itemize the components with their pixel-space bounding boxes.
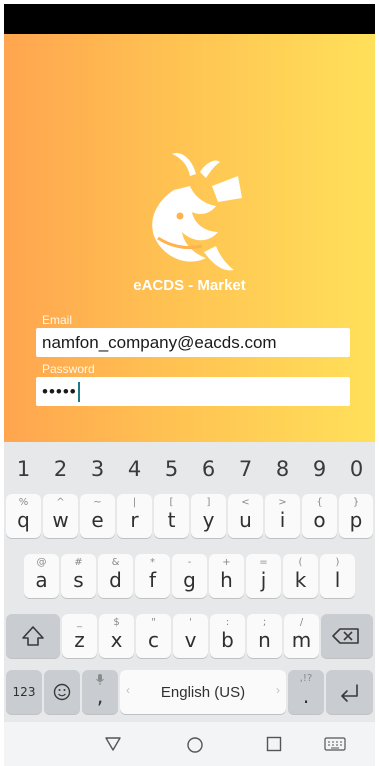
- enter-icon: [341, 684, 358, 702]
- key-6[interactable]: 6: [190, 450, 227, 488]
- number-row: 1 2 3 4 5 6 7 8 9 0: [4, 442, 375, 486]
- letter-row-2: @ a # s & d * f -g + h = j (k ) l: [4, 554, 375, 598]
- key-l[interactable]: ) l: [320, 554, 355, 598]
- key-4[interactable]: 4: [116, 450, 153, 488]
- key-o[interactable]: {o: [302, 494, 337, 538]
- email-label: Email: [42, 313, 73, 327]
- key-3[interactable]: 3: [79, 450, 116, 488]
- key-y[interactable]: ] y: [191, 494, 226, 538]
- recents-icon[interactable]: [266, 736, 282, 752]
- key-b[interactable]: :b: [210, 614, 245, 658]
- back-icon[interactable]: [104, 736, 122, 752]
- key-n[interactable]: ; n: [247, 614, 282, 658]
- navigation-bar: [4, 722, 375, 766]
- comma-key[interactable]: ,: [82, 670, 118, 714]
- key-f[interactable]: * f: [135, 554, 170, 598]
- text-caret: [77, 381, 80, 402]
- key-d[interactable]: & d: [98, 554, 133, 598]
- space-bar[interactable]: ‹ English (US) ›: [120, 670, 286, 714]
- letter-row-1: % q ^ w ~ e | r [t ] y < u > i {o } p: [4, 494, 375, 538]
- app-title: eACDS - Market: [133, 277, 246, 294]
- key-h[interactable]: + h: [209, 554, 244, 598]
- key-8[interactable]: 8: [264, 450, 301, 488]
- key-w[interactable]: ^ w: [43, 494, 78, 538]
- key-i[interactable]: > i: [265, 494, 300, 538]
- password-mask: •••••: [42, 382, 77, 401]
- key-9[interactable]: 9: [301, 450, 338, 488]
- key-e[interactable]: ~ e: [80, 494, 115, 538]
- period-key[interactable]: ,!?.: [288, 670, 324, 714]
- password-field[interactable]: •••••: [36, 377, 350, 406]
- key-m[interactable]: / m: [284, 614, 319, 658]
- key-r[interactable]: | r: [117, 494, 152, 538]
- letter-row-3: _ z $ x " c ' v :b ; n / m: [4, 614, 375, 658]
- key-u[interactable]: < u: [228, 494, 263, 538]
- keyboard-icon[interactable]: [324, 736, 346, 752]
- home-icon[interactable]: [186, 736, 204, 754]
- space-right-arrow-icon: ›: [276, 683, 280, 697]
- key-s[interactable]: # s: [61, 554, 96, 598]
- backspace-key[interactable]: [321, 614, 373, 658]
- status-bar: [4, 4, 375, 34]
- emoji-icon: [53, 683, 71, 701]
- key-t[interactable]: [t: [154, 494, 189, 538]
- key-a[interactable]: @ a: [24, 554, 59, 598]
- key-x[interactable]: $ x: [99, 614, 134, 658]
- keyboard: 1 2 3 4 5 6 7 8 9 0 % q ^ w ~ e | r [t ] y < u…: [4, 442, 375, 766]
- shift-key[interactable]: [6, 614, 60, 658]
- password-label: Password: [42, 362, 95, 376]
- key-7[interactable]: 7: [227, 450, 264, 488]
- key-g[interactable]: -g: [172, 554, 207, 598]
- key-q[interactable]: % q: [6, 494, 41, 538]
- bottom-row: 123 , ‹ English (US) › ,!?.: [4, 670, 375, 714]
- key-c[interactable]: " c: [136, 614, 171, 658]
- enter-key[interactable]: [326, 670, 373, 714]
- emoji-key[interactable]: [44, 670, 80, 714]
- login-screen: eACDS - Market Email namfon_company@eacd…: [4, 34, 375, 442]
- key-2[interactable]: 2: [42, 450, 79, 488]
- key-p[interactable]: } p: [339, 494, 373, 538]
- key-k[interactable]: (k: [283, 554, 318, 598]
- key-v[interactable]: ' v: [173, 614, 208, 658]
- key-j[interactable]: = j: [246, 554, 281, 598]
- email-field[interactable]: namfon_company@eacds.com: [36, 328, 350, 357]
- fish-bird-logo-icon: [152, 152, 242, 271]
- key-5[interactable]: 5: [153, 450, 190, 488]
- key-z[interactable]: _ z: [62, 614, 97, 658]
- symbols-key[interactable]: 123: [6, 670, 42, 714]
- shift-icon: [22, 626, 44, 646]
- key-0[interactable]: 0: [338, 450, 375, 488]
- key-1[interactable]: 1: [5, 450, 42, 488]
- backspace-icon: [332, 628, 359, 644]
- email-value: namfon_company@eacds.com: [42, 333, 277, 352]
